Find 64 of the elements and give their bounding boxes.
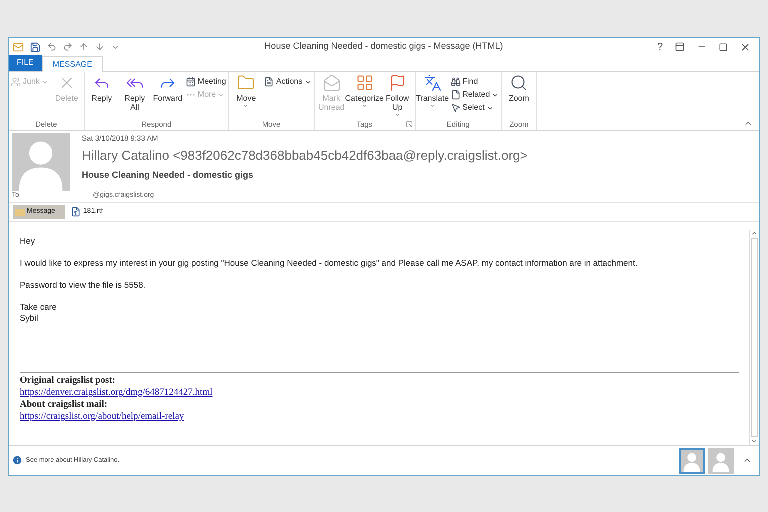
document-icon bbox=[264, 77, 274, 87]
maximize-icon[interactable] bbox=[719, 42, 728, 52]
ribbon-button[interactable]: Zoom bbox=[504, 74, 534, 103]
message-text: Password to view the file is 5558. bbox=[20, 280, 147, 291]
dialog-launcher-icon[interactable] bbox=[406, 121, 413, 128]
ribbon-tab[interactable]: MESSAGE bbox=[42, 56, 104, 72]
caret-icon bbox=[304, 78, 312, 86]
ribbon-button[interactable]: Related bbox=[450, 89, 500, 101]
ribbon-button[interactable]: Meeting bbox=[186, 76, 226, 88]
calendar-icon bbox=[186, 77, 196, 87]
caret-icon bbox=[243, 103, 250, 109]
avatar[interactable] bbox=[679, 448, 705, 474]
ribbon-tab[interactable]: FILE bbox=[9, 55, 42, 71]
folder-icon bbox=[237, 74, 256, 92]
search-icon bbox=[510, 74, 528, 92]
binoculars-icon bbox=[450, 77, 461, 87]
caret-icon bbox=[218, 92, 226, 98]
ribbon-button[interactable]: Forward bbox=[152, 74, 183, 103]
ribbon-display-icon[interactable] bbox=[675, 42, 685, 52]
ribbon-button[interactable]: Reply All bbox=[120, 74, 150, 112]
caret-icon bbox=[430, 103, 436, 109]
message-text: Take care bbox=[20, 302, 58, 313]
message-text: Hey bbox=[20, 236, 36, 247]
expand-icon[interactable] bbox=[743, 456, 752, 465]
people-icon bbox=[11, 77, 21, 87]
collapse-ribbon-icon[interactable] bbox=[744, 119, 753, 128]
help-button[interactable]: ? bbox=[657, 40, 663, 54]
caret-icon bbox=[42, 78, 49, 86]
message-text: I would like to express my interest in your gig posting "House Cleaning Needed - domestic gigs" and Please call me ASAP, my contact information are in attachment. bbox=[20, 258, 639, 269]
scroll-up-icon[interactable] bbox=[751, 230, 758, 237]
ribbon-button[interactable]: Move bbox=[231, 74, 262, 109]
flag-icon bbox=[388, 74, 407, 92]
link[interactable]: https://craigslist.org/about/help/email-relay bbox=[20, 411, 184, 423]
down-arrow-icon[interactable] bbox=[95, 42, 105, 52]
undo-icon[interactable] bbox=[47, 42, 57, 52]
cursor-icon bbox=[450, 103, 461, 113]
translate-icon bbox=[424, 74, 442, 92]
up-arrow-icon[interactable] bbox=[79, 42, 89, 52]
ribbon-button[interactable]: Select bbox=[450, 102, 500, 114]
scroll-down-icon[interactable] bbox=[751, 438, 758, 445]
save-icon[interactable] bbox=[30, 42, 41, 52]
ribbon-button[interactable]: Find bbox=[450, 76, 500, 88]
document-icon bbox=[450, 90, 461, 100]
open-envelope-icon bbox=[322, 74, 341, 92]
caret-icon bbox=[362, 103, 368, 109]
document-icon bbox=[71, 207, 82, 217]
window-title: House Cleaning Needed - domestic gigs - Message (HTML) bbox=[264, 40, 504, 54]
footer-text: Original craigslist post: bbox=[20, 375, 117, 387]
close-icon[interactable] bbox=[740, 42, 751, 52]
info-icon bbox=[12, 455, 23, 466]
ribbon-button[interactable]: Actions bbox=[264, 76, 312, 88]
caret-icon bbox=[394, 112, 401, 118]
ribbon-button[interactable]: Follow Up bbox=[382, 74, 413, 118]
scrollbar[interactable] bbox=[749, 230, 759, 445]
message-text: Sybil bbox=[20, 313, 40, 324]
subject: House Cleaning Needed - domestic gigs bbox=[82, 168, 255, 182]
avatar bbox=[12, 133, 70, 191]
footer-text: About craigslist mail: bbox=[20, 399, 109, 411]
ribbon-button[interactable]: Reply bbox=[86, 74, 117, 103]
ribbon-button[interactable]: Translate bbox=[418, 74, 448, 109]
sender: Hillary Catalino <983f2062c78d368bbab45cb42df63baa@reply.craigslist.org> bbox=[82, 147, 528, 166]
color-grid-icon bbox=[356, 74, 374, 92]
redo-icon[interactable] bbox=[63, 42, 73, 52]
link[interactable]: https://denver.craigslist.org/dmg/6487124427.html bbox=[20, 387, 213, 399]
